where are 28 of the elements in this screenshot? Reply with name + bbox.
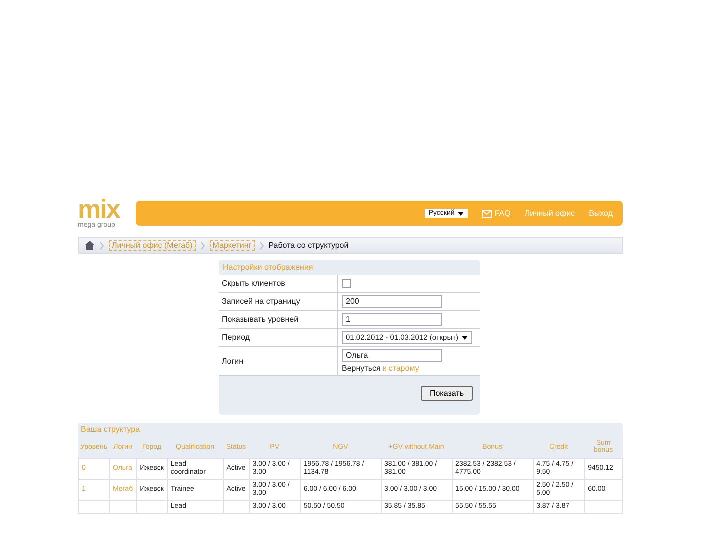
logo-text: mix bbox=[78, 196, 122, 222]
chevron-icon bbox=[100, 242, 104, 250]
input-field[interactable]: 1 bbox=[342, 313, 442, 326]
breadcrumb-current: Работа со структурой bbox=[268, 241, 349, 250]
field-label: Логин bbox=[219, 347, 338, 375]
nav-link[interactable]: FAQ bbox=[482, 209, 511, 218]
return-link[interactable]: к старому bbox=[383, 364, 420, 373]
field-label: Показывать уровней bbox=[219, 311, 338, 328]
panel-title: Ваша структура bbox=[80, 424, 142, 436]
caret-icon bbox=[462, 336, 468, 340]
login-field[interactable]: Ольга bbox=[342, 349, 442, 362]
field-label: Скрыть клиентов bbox=[219, 275, 338, 292]
chevron-icon bbox=[260, 242, 264, 250]
home-icon[interactable] bbox=[85, 241, 95, 250]
breadcrumb-link[interactable]: Маркетинг bbox=[210, 240, 255, 251]
show-button[interactable]: Показать bbox=[420, 386, 473, 401]
caret-icon bbox=[458, 212, 464, 216]
field-label: Период bbox=[219, 329, 338, 346]
field-label: Записей на страницу bbox=[219, 293, 338, 310]
checkbox[interactable] bbox=[342, 279, 351, 288]
breadcrumb-link[interactable]: Личный офис (Мегаб) bbox=[109, 240, 196, 251]
nav-link[interactable]: Личный офис bbox=[524, 209, 576, 218]
chevron-icon bbox=[200, 242, 205, 250]
input-field[interactable]: 200 bbox=[342, 295, 442, 308]
return-text: Вернуться bbox=[342, 364, 382, 373]
nav-link[interactable]: Выход bbox=[589, 209, 613, 218]
panel-title: Настройки отображения bbox=[222, 262, 314, 274]
envelope-icon bbox=[482, 210, 492, 218]
